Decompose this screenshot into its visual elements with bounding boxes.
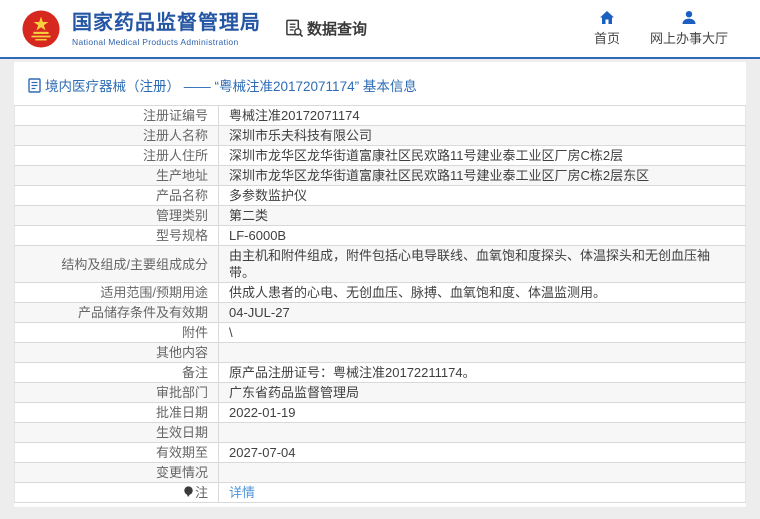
row-label: 结构及组成/主要组成成分	[15, 246, 219, 283]
row-value	[219, 423, 746, 443]
nav-item-label: 首页	[594, 28, 620, 47]
row-value: 由主机和附件组成，附件包括心电导联线、血氧饱和度探头、体温探头和无创血压袖带。	[219, 246, 746, 283]
table-row: 审批部门 广东省药品监督管理局	[15, 383, 746, 403]
row-label: 型号规格	[15, 226, 219, 246]
table-row: 生效日期	[15, 423, 746, 443]
row-label: 变更情况	[15, 463, 219, 483]
row-label: 注册证编号	[15, 106, 219, 126]
table-row: 注册人住所 深圳市龙华区龙华街道富康社区民欢路11号建业泰工业区厂房C栋2层	[15, 146, 746, 166]
table-row: 变更情况	[15, 463, 746, 483]
data-search-icon	[285, 19, 304, 38]
national-emblem-logo[interactable]	[22, 10, 60, 48]
row-value: 深圳市龙华区龙华街道富康社区民欢路11号建业泰工业区厂房C栋2层	[219, 146, 746, 166]
row-value: 原产品注册证号：粤械注准20172211174。	[219, 363, 746, 383]
nav-item-home[interactable]: 首页	[594, 10, 620, 47]
row-label: 其他内容	[15, 343, 219, 363]
home-icon	[599, 10, 615, 25]
table-row: 注 详情	[15, 483, 746, 503]
row-label: 备注	[15, 363, 219, 383]
row-value: 广东省药品监督管理局	[219, 383, 746, 403]
table-row: 批准日期 2022-01-19	[15, 403, 746, 423]
data-query-nav[interactable]: 数据查询	[285, 18, 367, 39]
row-label: 产品储存条件及有效期	[15, 303, 219, 323]
row-value: 04-JUL-27	[219, 303, 746, 323]
row-label: 管理类别	[15, 206, 219, 226]
row-label: 生效日期	[15, 423, 219, 443]
detail-link[interactable]: 详情	[229, 485, 255, 500]
emblem-icon	[22, 10, 60, 48]
site-title: 国家药品监督管理局	[72, 11, 261, 35]
row-label: 审批部门	[15, 383, 219, 403]
row-label: 适用范围/预期用途	[15, 283, 219, 303]
row-label: 生产地址	[15, 166, 219, 186]
row-value: LF-6000B	[219, 226, 746, 246]
registration-info-table: 注册证编号 粤械注准20172071174 注册人名称 深圳市乐夫科技有限公司 …	[14, 105, 746, 503]
nav-item-online-hall[interactable]: 网上办事大厅	[650, 10, 728, 47]
row-value: 深圳市龙华区龙华街道富康社区民欢路11号建业泰工业区厂房C栋2层东区	[219, 166, 746, 186]
breadcrumb-text: 境内医疗器械（注册） —— “粤械注准20172071174” 基本信息	[45, 75, 417, 95]
breadcrumb: 境内医疗器械（注册） —— “粤械注准20172071174” 基本信息	[14, 62, 746, 105]
table-row: 适用范围/预期用途 供成人患者的心电、无创血压、脉搏、血氧饱和度、体温监测用。	[15, 283, 746, 303]
table-row: 注册证编号 粤械注准20172071174	[15, 106, 746, 126]
row-value: 深圳市乐夫科技有限公司	[219, 126, 746, 146]
row-label: 附件	[15, 323, 219, 343]
row-value	[219, 463, 746, 483]
row-value: \	[219, 323, 746, 343]
row-value: 粤械注准20172071174	[219, 106, 746, 126]
content-card: 境内医疗器械（注册） —— “粤械注准20172071174” 基本信息 注册证…	[14, 62, 746, 507]
document-icon	[28, 78, 41, 93]
table-row: 管理类别 第二类	[15, 206, 746, 226]
person-icon	[681, 10, 697, 25]
row-value: 第二类	[219, 206, 746, 226]
row-label: 批准日期	[15, 403, 219, 423]
row-value	[219, 343, 746, 363]
table-row: 注册人名称 深圳市乐夫科技有限公司	[15, 126, 746, 146]
info-table-body: 注册证编号 粤械注准20172071174 注册人名称 深圳市乐夫科技有限公司 …	[15, 106, 746, 503]
table-row: 型号规格 LF-6000B	[15, 226, 746, 246]
nav-item-label: 网上办事大厅	[650, 28, 728, 47]
data-query-label: 数据查询	[307, 18, 367, 39]
brand-block: 国家药品监督管理局 National Medical Products Admi…	[72, 11, 261, 47]
table-row: 生产地址 深圳市龙华区龙华街道富康社区民欢路11号建业泰工业区厂房C栋2层东区	[15, 166, 746, 186]
note-icon	[183, 486, 194, 498]
table-row: 有效期至 2027-07-04	[15, 443, 746, 463]
row-value: 供成人患者的心电、无创血压、脉搏、血氧饱和度、体温监测用。	[219, 283, 746, 303]
row-label: 注册人名称	[15, 126, 219, 146]
row-value: 2022-01-19	[219, 403, 746, 423]
row-label: 注册人住所	[15, 146, 219, 166]
table-row: 附件 \	[15, 323, 746, 343]
site-header: 国家药品监督管理局 National Medical Products Admi…	[0, 0, 760, 57]
row-label: 产品名称	[15, 186, 219, 206]
row-value: 详情	[219, 483, 746, 503]
table-row: 产品名称 多参数监护仪	[15, 186, 746, 206]
page-body: 境内医疗器械（注册） —— “粤械注准20172071174” 基本信息 注册证…	[0, 59, 760, 507]
table-row: 备注 原产品注册证号：粤械注准20172211174。	[15, 363, 746, 383]
table-row: 产品储存条件及有效期 04-JUL-27	[15, 303, 746, 323]
table-row: 结构及组成/主要组成成分 由主机和附件组成，附件包括心电导联线、血氧饱和度探头、…	[15, 246, 746, 283]
row-value: 2027-07-04	[219, 443, 746, 463]
row-value: 多参数监护仪	[219, 186, 746, 206]
row-label: 注	[15, 483, 219, 503]
top-nav: 首页 网上办事大厅	[594, 10, 760, 47]
row-label: 有效期至	[15, 443, 219, 463]
table-row: 其他内容	[15, 343, 746, 363]
site-subtitle: National Medical Products Administration	[72, 37, 261, 47]
